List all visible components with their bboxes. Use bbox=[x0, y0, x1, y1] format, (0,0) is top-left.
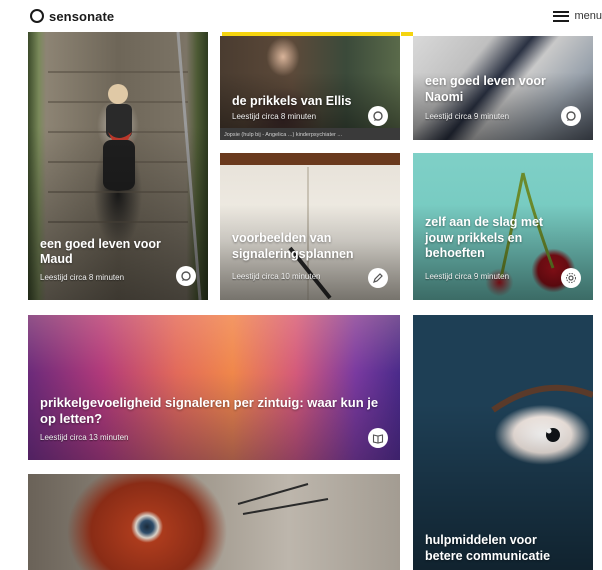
card-title: zelf aan de slag met jouw prikkels en be… bbox=[425, 215, 544, 261]
card-butterfly[interactable] bbox=[28, 474, 400, 570]
logo[interactable]: sensonate bbox=[30, 9, 114, 24]
card-signaleringsplannen[interactable]: voorbeelden van signaleringsplannen Lees… bbox=[220, 153, 400, 300]
card-title: een goed leven voor Maud bbox=[40, 236, 161, 267]
card-title: de prikkels van Ellis bbox=[232, 94, 352, 108]
card-ellis[interactable]: de prikkels van Ellis Leestijd circa 8 m… bbox=[220, 36, 400, 140]
card-title: hulpmiddelen voor betere communicatie bbox=[425, 533, 551, 563]
chat-icon bbox=[368, 106, 388, 126]
book-icon bbox=[368, 428, 388, 448]
card-read-time: Leestijd circa 13 minuten bbox=[40, 433, 129, 442]
card-read-time: Leestijd circa 8 minuten bbox=[40, 273, 125, 282]
butterfly-graphic bbox=[237, 483, 329, 515]
accent-bar-small bbox=[401, 32, 413, 36]
card-read-time: Leestijd circa 9 minuten bbox=[425, 112, 510, 121]
brand-name: sensonate bbox=[49, 8, 115, 24]
site-header: sensonate menu bbox=[0, 0, 602, 32]
hamburger-icon bbox=[553, 10, 570, 22]
card-title: voorbeelden van signaleringsplannen bbox=[232, 231, 354, 261]
card-read-time: Leestijd circa 8 minuten bbox=[232, 112, 317, 121]
card-read-time: Leestijd circa 9 minuten bbox=[425, 272, 510, 281]
gear-icon bbox=[561, 268, 581, 288]
menu-button[interactable]: menu bbox=[553, 10, 602, 22]
photo-caption: Jopsie (hulp bij - Angelica ...) kinderp… bbox=[224, 132, 343, 138]
pencil-icon bbox=[368, 268, 388, 288]
chat-icon bbox=[176, 266, 196, 286]
card-zelf-aan-de-slag[interactable]: zelf aan de slag met jouw prikkels en be… bbox=[413, 153, 593, 300]
card-maud[interactable]: een goed leven voor Maud Leestijd circa … bbox=[28, 32, 208, 300]
menu-label: menu bbox=[574, 10, 602, 22]
card-read-time: Leestijd circa 10 minuten bbox=[232, 272, 321, 281]
card-prikkelgevoeligheid[interactable]: prikkelgevoeligheid signaleren per zintu… bbox=[28, 315, 400, 460]
card-title: een goed leven voor Naomi bbox=[425, 74, 546, 104]
card-title: prikkelgevoeligheid signaleren per zintu… bbox=[40, 395, 379, 427]
logo-circle-icon bbox=[30, 9, 44, 23]
chat-icon bbox=[561, 106, 581, 126]
card-hulpmiddelen[interactable]: hulpmiddelen voor betere communicatie bbox=[413, 315, 593, 570]
card-naomi[interactable]: een goed leven voor Naomi Leestijd circa… bbox=[413, 36, 593, 140]
